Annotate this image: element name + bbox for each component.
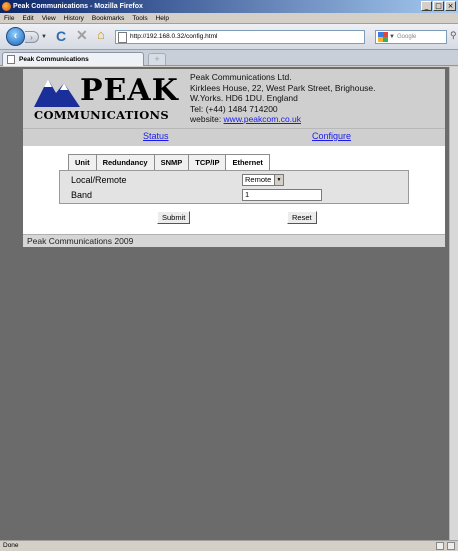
history-dropdown-icon[interactable]: ▼ — [41, 34, 47, 40]
security-icon[interactable] — [436, 542, 444, 550]
close-button[interactable]: × — [445, 1, 456, 11]
local-remote-label: Local/Remote — [71, 175, 127, 185]
back-button[interactable]: ‹ — [6, 27, 25, 46]
tab-page-icon — [7, 55, 15, 64]
window-title: Peak Communications - Mozilla Firefox — [13, 3, 143, 10]
company-name: Peak Communications Ltd. — [190, 72, 292, 82]
page-icon — [118, 32, 127, 43]
config-tabs: Unit Redundancy SNMP TCP/IP Ethernet — [68, 154, 270, 170]
mountain-logo-icon — [34, 79, 80, 107]
tab-unit[interactable]: Unit — [68, 154, 97, 170]
stop-icon[interactable]: ✕ — [76, 28, 88, 42]
resize-grip-icon[interactable] — [447, 542, 455, 550]
tab-label: Peak Communications — [19, 56, 89, 63]
page-header: PEAK COMMUNICATIONS Peak Communications … — [23, 69, 445, 128]
search-magnifier-icon[interactable]: ⚲ — [450, 30, 457, 41]
firefox-icon — [2, 2, 11, 11]
menu-bar: File Edit View History Bookmarks Tools H… — [0, 13, 458, 24]
configure-link[interactable]: Configure — [312, 130, 351, 143]
local-remote-select[interactable]: Remote ▼ — [242, 174, 284, 186]
new-tab-button[interactable]: + — [148, 53, 166, 65]
company-telephone: Tel: (+44) 1484 714200 — [190, 103, 278, 114]
forward-button[interactable]: › — [25, 31, 39, 43]
menu-file[interactable]: File — [4, 13, 14, 23]
menu-edit[interactable]: Edit — [22, 13, 33, 23]
submit-button[interactable]: Submit — [157, 211, 191, 224]
minimize-button[interactable]: _ — [421, 1, 432, 11]
tab-snmp[interactable]: SNMP — [153, 154, 190, 170]
reset-button[interactable]: Reset — [287, 211, 317, 224]
search-engine-dropdown-icon[interactable]: ▼ — [389, 31, 395, 43]
logo-communications-text: COMMUNICATIONS — [34, 108, 169, 122]
company-website-line: website: www.peakcom.co.uk — [190, 114, 376, 125]
maximize-button[interactable]: □ — [433, 1, 444, 11]
menu-view[interactable]: View — [42, 13, 56, 23]
url-bar[interactable]: http://192.168.0.32/config.html ☆ ▼ — [115, 30, 365, 44]
company-address-line-2: W.Yorks. HD6 1DU. England — [190, 93, 298, 103]
tab-strip: Peak Communications + — [0, 50, 458, 66]
menu-help[interactable]: Help — [156, 13, 169, 23]
menu-bookmarks[interactable]: Bookmarks — [92, 13, 125, 23]
tab-tcpip[interactable]: TCP/IP — [188, 154, 227, 170]
window-controls: _ □ × — [421, 1, 456, 11]
window-title-bar: Peak Communications - Mozilla Firefox _ … — [0, 0, 458, 13]
website-link[interactable]: www.peakcom.co.uk — [224, 114, 301, 124]
url-text[interactable]: http://192.168.0.32/config.html — [130, 31, 217, 43]
search-input[interactable]: Google — [397, 31, 416, 43]
company-details: Peak Communications Ltd. Kirklees House,… — [190, 72, 376, 125]
logo-peak-text: PEAK — [80, 73, 179, 108]
status-icons — [436, 542, 455, 550]
tab-ethernet[interactable]: Ethernet — [225, 154, 270, 170]
web-page-panel: PEAK COMMUNICATIONS Peak Communications … — [23, 69, 445, 247]
status-text: Done — [3, 542, 19, 549]
local-remote-value: Remote — [245, 175, 272, 184]
tab-peak-communications[interactable]: Peak Communications — [2, 52, 144, 66]
reload-icon[interactable]: C — [56, 29, 66, 43]
band-label: Band — [71, 190, 93, 200]
tab-redundancy[interactable]: Redundancy — [95, 154, 155, 170]
page-navigation: Status Configure — [23, 128, 445, 146]
status-bar: Done — [0, 540, 458, 551]
page-footer: Peak Communications 2009 — [23, 234, 445, 247]
config-form: Local/Remote Remote ▼ Band 1 — [59, 170, 409, 204]
peak-logo: PEAK COMMUNICATIONS — [32, 73, 204, 125]
website-prefix: website: — [190, 114, 224, 124]
status-link[interactable]: Status — [143, 130, 169, 143]
menu-tools[interactable]: Tools — [132, 13, 147, 23]
navigation-toolbar: ‹ › ▼ C ✕ ⌂ http://192.168.0.32/config.h… — [0, 24, 458, 50]
menu-history[interactable]: History — [64, 13, 84, 23]
search-box[interactable]: ▼ Google — [375, 30, 447, 44]
band-input[interactable]: 1 — [242, 189, 322, 201]
vertical-scrollbar[interactable] — [449, 67, 458, 540]
company-address-line-1: Kirklees House, 22, West Park Street, Br… — [190, 82, 376, 93]
chevron-down-icon[interactable]: ▼ — [274, 175, 283, 185]
google-icon[interactable] — [378, 32, 388, 42]
home-icon[interactable]: ⌂ — [97, 28, 105, 42]
